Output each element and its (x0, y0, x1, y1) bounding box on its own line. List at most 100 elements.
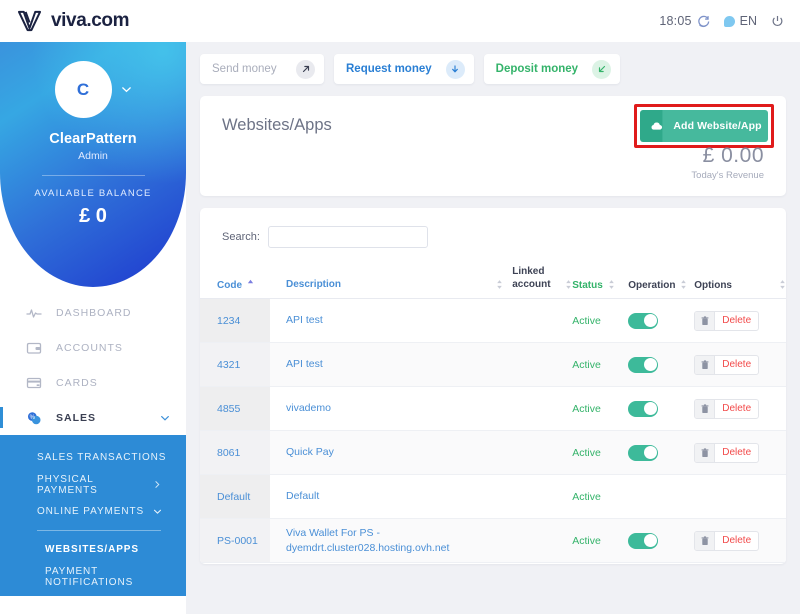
power-icon[interactable] (771, 15, 784, 28)
cell-operation (628, 474, 695, 519)
chevron-down-icon[interactable] (121, 84, 132, 95)
revenue-caption: Today's Revenue (691, 170, 764, 181)
sidebar-item-accounts[interactable]: ACCOUNTS (0, 330, 186, 365)
submenu-item-payment-notifications[interactable]: PAYMENT NOTIFICATIONS (0, 563, 186, 590)
cell-operation (628, 342, 695, 387)
column-label: Options (694, 280, 732, 291)
websites-table-card: Search: Code Description Linked account … (200, 208, 786, 564)
sidebar: C ClearPattern Admin AVAILABLE BALANCE £… (0, 42, 186, 614)
send-money-label: Send money (212, 63, 277, 75)
sidebar-item-label: ACCOUNTS (56, 341, 123, 354)
column-header-options[interactable]: Options (694, 266, 786, 299)
divider (41, 175, 145, 176)
cell-status: Active (572, 386, 629, 431)
deposit-money-label: Deposit money (495, 63, 579, 75)
status-toggle[interactable] (628, 444, 659, 461)
avatar: C (54, 61, 112, 118)
table-header-row: Code Description Linked account Status O… (200, 266, 786, 299)
cell-options: Delete (694, 430, 786, 475)
globe-icon (723, 15, 735, 27)
table-row[interactable]: 4855 vivademo Active Delete (200, 386, 786, 431)
account-switcher[interactable]: C (0, 61, 186, 118)
add-website-app-wrapper: Add Website/App (634, 104, 774, 148)
status-toggle[interactable] (628, 356, 659, 373)
sort-both-icon (609, 280, 614, 289)
card-icon (26, 377, 42, 388)
chevron-down-icon (153, 509, 162, 514)
delete-button[interactable]: Delete (694, 530, 760, 551)
chevron-right-icon (155, 481, 160, 488)
search-label: Search: (222, 231, 260, 243)
delete-label: Delete (722, 315, 752, 326)
sort-asc-icon (247, 279, 254, 284)
cell-code: 4855 (200, 386, 270, 431)
cell-description[interactable]: API test (270, 342, 497, 387)
table-row[interactable]: PS-0001 Viva Wallet For PS - dyemdrt.clu… (200, 518, 786, 563)
language-label: EN (739, 14, 757, 28)
column-header-description[interactable]: Description (270, 266, 496, 299)
clock-time: 18:05 (659, 14, 692, 28)
submenu-item-label: PAYMENT NOTIFICATIONS (45, 565, 134, 588)
delete-button[interactable]: Delete (694, 354, 760, 375)
main-content: Send money Request money Deposit money W… (186, 42, 800, 614)
status-toggle[interactable] (628, 400, 659, 417)
cell-operation (628, 430, 695, 475)
delete-label: Delete (722, 535, 752, 546)
cell-description[interactable]: Viva Wallet For PS - dyemdrt.cluster028.… (270, 518, 497, 563)
table-row[interactable]: Default Default Active (200, 474, 786, 519)
request-money-label: Request money (346, 63, 432, 75)
cell-description[interactable]: vivademo (270, 386, 497, 431)
table-row[interactable]: 8061 Quick Pay Active Delete (200, 430, 786, 475)
cell-linked-account (496, 386, 573, 431)
sidebar-item-sales[interactable]: % SALES (0, 400, 186, 435)
cell-description[interactable]: API test (270, 298, 497, 343)
delete-button[interactable]: Delete (694, 310, 760, 331)
deposit-money-button[interactable]: Deposit money (483, 54, 621, 84)
sidebar-item-dashboard[interactable]: DASHBOARD (0, 295, 186, 330)
brand-logo[interactable]: viva.com (17, 10, 130, 32)
cell-code: PS-0001 (200, 518, 270, 563)
chevron-down-icon[interactable] (160, 413, 170, 423)
trash-icon (695, 443, 716, 462)
column-label: Description (286, 278, 342, 290)
submenu-item-online-payments[interactable]: ONLINE PAYMENTS (0, 498, 186, 525)
sidebar-item-cards[interactable]: CARDS (0, 365, 186, 400)
brand-name: viva.com (51, 10, 130, 31)
delete-label: Delete (722, 447, 752, 458)
sort-both-icon (497, 280, 502, 289)
column-header-status[interactable]: Status (572, 266, 628, 299)
column-header-code[interactable]: Code (200, 266, 270, 299)
request-money-button[interactable]: Request money (334, 54, 474, 84)
delete-button[interactable]: Delete (694, 442, 760, 463)
websites-table: Code Description Linked account Status O… (200, 266, 786, 563)
cell-linked-account (496, 430, 573, 475)
submenu-item-physical-payments[interactable]: PHYSICAL PAYMENTS (0, 471, 186, 498)
trash-icon (695, 399, 716, 418)
delete-button[interactable]: Delete (694, 398, 760, 419)
cell-description[interactable]: Default (270, 474, 497, 519)
add-website-app-button[interactable]: Add Website/App (640, 110, 768, 142)
language-selector[interactable]: EN (723, 14, 757, 28)
table-row[interactable]: 4321 API test Active Delete (200, 342, 786, 387)
cell-status: Active (572, 342, 629, 387)
cell-description[interactable]: Quick Pay (270, 430, 497, 475)
column-header-operation[interactable]: Operation (628, 266, 694, 299)
submenu-item-websites-apps[interactable]: WEBSITES/APPS (0, 536, 186, 563)
todays-revenue: £ 0.00 Today's Revenue (691, 144, 764, 181)
submenu-item-label: ONLINE PAYMENTS (37, 506, 145, 517)
revenue-amount: £ 0.00 (702, 144, 764, 167)
trash-icon (695, 355, 716, 374)
column-label: Linked account (512, 266, 551, 290)
submenu-item-sales-transactions[interactable]: SALES TRANSACTIONS (0, 444, 186, 471)
clock-group: 18:05 (659, 14, 709, 28)
cell-linked-account (496, 298, 573, 343)
refresh-icon[interactable] (697, 15, 710, 28)
column-header-linked-account[interactable]: Linked account (496, 266, 572, 299)
send-money-button[interactable]: Send money (200, 54, 324, 84)
submenu-item-label: SALES TRANSACTIONS (37, 452, 167, 463)
status-toggle[interactable] (628, 312, 659, 329)
search-input[interactable] (267, 226, 428, 248)
status-toggle[interactable] (628, 532, 659, 549)
table-row[interactable]: 1234 API test Active Delete (200, 298, 786, 343)
cell-status: Active (572, 474, 629, 519)
